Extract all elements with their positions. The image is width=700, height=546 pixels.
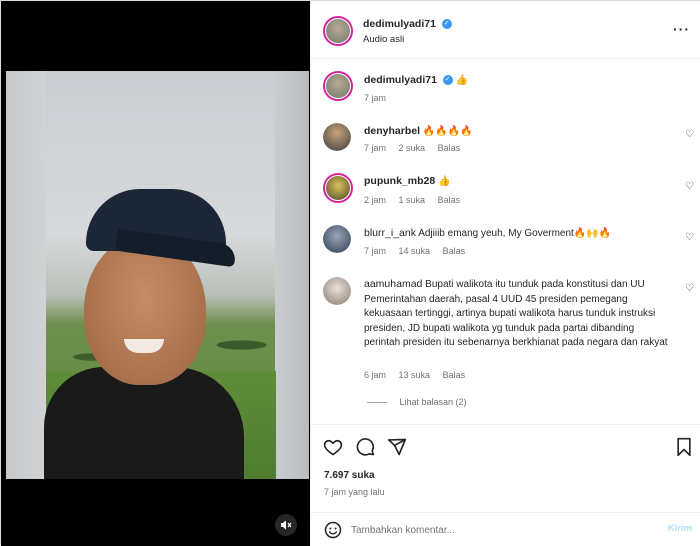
heart-icon[interactable]: ♡ bbox=[685, 232, 694, 243]
comments-list[interactable]: dedimulyadi71 ✓ 👍 7 jam denyharbel 🔥🔥🔥🔥 bbox=[311, 59, 700, 424]
comment-likes[interactable]: 13 suka bbox=[399, 370, 431, 380]
mute-icon[interactable] bbox=[275, 514, 297, 536]
verified-icon: ✓ bbox=[441, 19, 452, 30]
verified-icon: ✓ bbox=[442, 75, 453, 86]
send-button[interactable]: Kirim bbox=[668, 523, 692, 534]
author-avatar[interactable] bbox=[323, 16, 353, 46]
emoji-icon[interactable] bbox=[324, 521, 342, 539]
post-header: dedimulyadi71 ✓ Audio asli ··· bbox=[311, 1, 700, 59]
reply-link[interactable]: Balas bbox=[443, 370, 466, 380]
comment-time[interactable]: 6 jam bbox=[364, 370, 386, 380]
view-replies[interactable]: Lihat balasan (2) bbox=[367, 397, 467, 407]
comment-composer: Kirim bbox=[311, 512, 700, 546]
heart-icon[interactable]: ♡ bbox=[685, 181, 694, 192]
comment-username[interactable]: denyharbel bbox=[364, 125, 420, 137]
comment-time[interactable]: 2 jam bbox=[364, 195, 386, 205]
comment-input[interactable] bbox=[351, 521, 641, 539]
post-time[interactable]: 7 jam yang lalu bbox=[324, 487, 385, 497]
comment-likes[interactable]: 14 suka bbox=[399, 246, 431, 256]
comment-username[interactable]: pupunk_mb28 bbox=[364, 175, 435, 187]
comment-icon[interactable] bbox=[355, 437, 375, 457]
comment-text: Adjiiib emang yeuh, My Goverment🔥🙌🔥 bbox=[418, 228, 612, 239]
video-subject bbox=[44, 189, 244, 479]
reply-link[interactable]: Balas bbox=[443, 246, 466, 256]
likes-count[interactable]: 7.697 suka bbox=[324, 470, 375, 481]
save-bookmark-icon[interactable] bbox=[674, 437, 694, 457]
comment-time[interactable]: 7 jam bbox=[364, 246, 386, 256]
comment-likes[interactable]: 2 suka bbox=[399, 143, 426, 153]
author-username[interactable]: dedimulyadi71 bbox=[363, 18, 436, 30]
like-heart-icon[interactable] bbox=[323, 437, 343, 457]
media-panel[interactable] bbox=[1, 1, 310, 546]
comment-time[interactable]: 7 jam bbox=[364, 143, 386, 153]
video-player[interactable] bbox=[6, 71, 309, 479]
audio-label[interactable]: Audio asli bbox=[363, 34, 404, 45]
comment-text: 🔥🔥🔥🔥 bbox=[422, 126, 473, 137]
share-icon[interactable] bbox=[387, 437, 407, 457]
comment-avatar[interactable] bbox=[323, 225, 351, 253]
post-dialog: dedimulyadi71 ✓ Audio asli ··· dedimulya… bbox=[0, 0, 700, 546]
details-panel: dedimulyadi71 ✓ Audio asli ··· dedimulya… bbox=[310, 1, 700, 546]
caption-text: 👍 bbox=[455, 75, 468, 86]
reply-link[interactable]: Balas bbox=[438, 143, 461, 153]
reply-link[interactable]: Balas bbox=[438, 195, 461, 205]
heart-icon[interactable]: ♡ bbox=[685, 283, 694, 294]
heart-icon[interactable]: ♡ bbox=[685, 129, 694, 140]
more-horizontal-icon[interactable]: ··· bbox=[673, 21, 690, 37]
comment-avatar[interactable] bbox=[323, 123, 351, 151]
post-actions: 7.697 suka 7 jam yang lalu bbox=[311, 424, 700, 512]
caption-time[interactable]: 7 jam bbox=[364, 93, 386, 103]
comment-avatar[interactable] bbox=[323, 173, 353, 203]
caption-avatar[interactable] bbox=[323, 71, 353, 101]
comment-username[interactable]: aamuhamad bbox=[364, 278, 422, 290]
comment-likes[interactable]: 1 suka bbox=[399, 195, 426, 205]
caption-username[interactable]: dedimulyadi71 bbox=[364, 74, 437, 86]
comment-text: 👍 bbox=[437, 176, 451, 187]
comment-avatar[interactable] bbox=[323, 277, 351, 305]
comment-username[interactable]: blurr_i_ank bbox=[364, 227, 416, 239]
